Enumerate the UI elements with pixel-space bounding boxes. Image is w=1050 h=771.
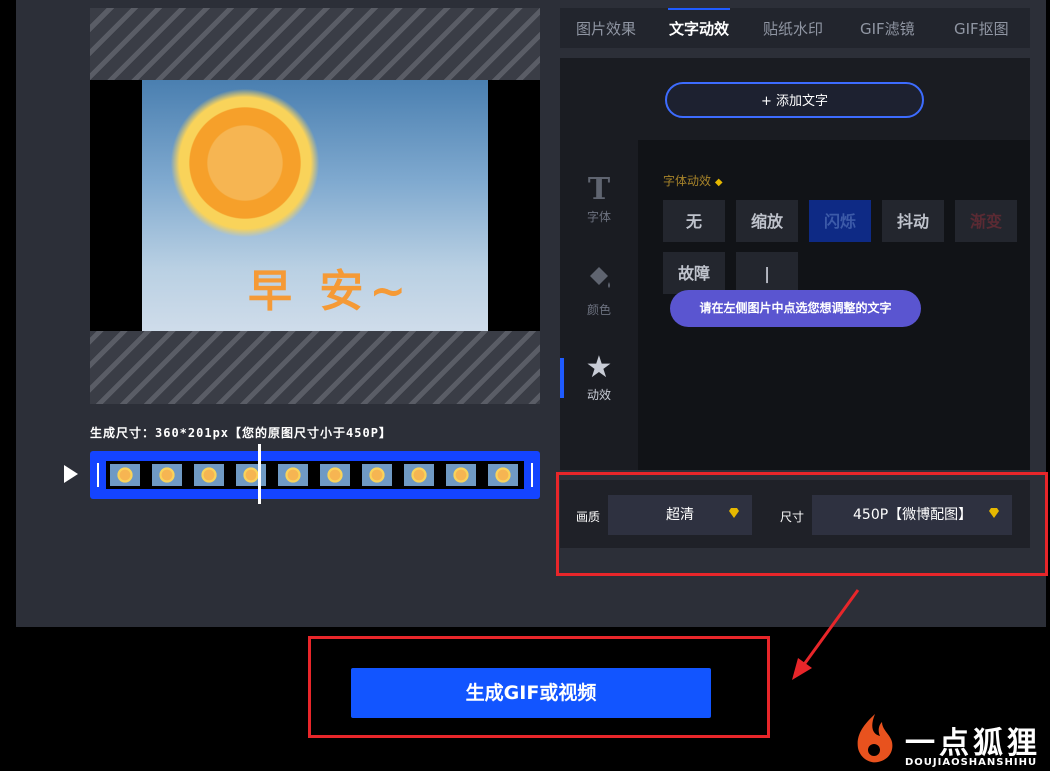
animation-option-flash[interactable]: 闪烁 xyxy=(809,200,871,242)
timeline-right-handle[interactable] xyxy=(531,463,533,487)
frame-thumbnail xyxy=(446,464,476,486)
animation-option-shake[interactable]: 抖动 xyxy=(882,200,944,242)
annotation-highlight-settings xyxy=(556,472,1048,576)
frame-thumbnail xyxy=(110,464,140,486)
nav-item-animation[interactable]: ★ 动效 xyxy=(560,350,638,403)
nav-label-color: 颜色 xyxy=(586,303,611,317)
animation-option-zoom[interactable]: 缩放 xyxy=(736,200,798,242)
animation-option-gradient[interactable]: 渐变 xyxy=(955,200,1017,242)
select-text-tooltip: 请在左侧图片中点选您想调整的文字 xyxy=(670,290,921,327)
animation-section-label: 字体动效 ◆ xyxy=(663,172,723,189)
add-text-button[interactable]: + 添加文字 xyxy=(665,82,924,118)
nav-label-font: 字体 xyxy=(586,210,611,224)
frame-thumbnail xyxy=(362,464,392,486)
frame-thumbnail xyxy=(194,464,224,486)
tab-gif-filter[interactable]: GIF滤镜 xyxy=(860,8,915,48)
premium-gem-icon: ◆ xyxy=(714,177,723,188)
active-tab-indicator xyxy=(668,8,730,10)
star-icon: ★ xyxy=(585,350,613,385)
timeline-scrubber[interactable] xyxy=(258,444,261,504)
animation-option-glitch[interactable]: 故障 xyxy=(663,252,725,294)
tab-image-effects[interactable]: 图片效果 xyxy=(576,8,636,48)
preview-caption-text[interactable]: 早 安~ xyxy=(248,255,412,319)
animation-section-text: 字体动效 xyxy=(663,174,712,188)
nav-label-animation: 动效 xyxy=(586,388,611,402)
nav-active-indicator xyxy=(560,358,564,398)
watermark-logo-text: 一点狐狸 xyxy=(905,726,1041,761)
tab-text-animation[interactable]: 文字动效 xyxy=(669,8,729,48)
generate-gif-button[interactable]: 生成GIF或视频 xyxy=(351,668,711,718)
fox-logo-icon xyxy=(857,714,893,763)
frame-thumbnail xyxy=(236,464,266,486)
frame-thumbnail xyxy=(404,464,434,486)
frame-thumbnail xyxy=(488,464,518,486)
sun-baby-image xyxy=(170,88,320,238)
watermark-logo-subtext: DOUJIAOSHANSHIHU xyxy=(905,757,1038,768)
nav-item-color[interactable]: 颜色 xyxy=(560,262,638,318)
font-icon: T xyxy=(587,172,611,207)
frame-thumbnail xyxy=(278,464,308,486)
frame-thumbnail xyxy=(152,464,182,486)
frame-timeline[interactable] xyxy=(90,451,540,499)
effect-tabs: 图片效果 文字动效 贴纸水印 GIF滤镜 GIF抠图 xyxy=(560,8,1030,48)
frame-thumbnail xyxy=(320,464,350,486)
annotation-arrow-icon xyxy=(792,589,860,680)
output-size-info: 生成尺寸：360*201px【您的原图尺寸小于450P】 xyxy=(90,426,392,440)
timeline-left-handle[interactable] xyxy=(97,463,99,487)
tab-sticker-watermark[interactable]: 贴纸水印 xyxy=(763,8,823,48)
frame-strip xyxy=(106,461,524,489)
tab-gif-cutout[interactable]: GIF抠图 xyxy=(954,8,1009,48)
paint-bucket-icon xyxy=(560,262,638,301)
play-icon[interactable] xyxy=(64,465,78,483)
animation-option-none[interactable]: 无 xyxy=(663,200,725,242)
animation-option-typewriter[interactable]: | xyxy=(736,252,798,294)
nav-item-font[interactable]: T 字体 xyxy=(560,172,638,225)
